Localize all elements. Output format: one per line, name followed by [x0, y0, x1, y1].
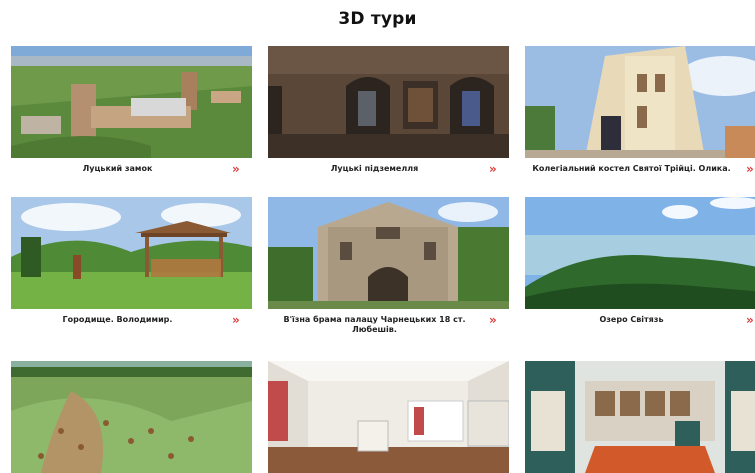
gate-photo: [268, 197, 509, 309]
tour-thumbnail[interactable]: [268, 361, 509, 473]
tour-thumbnail[interactable]: [525, 46, 755, 158]
tour-thumbnail[interactable]: [11, 361, 252, 473]
chevron-right-icon[interactable]: »: [489, 314, 503, 326]
tour-title[interactable]: Луцькі підземелля: [268, 164, 481, 174]
deer-field-photo: [11, 361, 252, 473]
chevron-right-icon[interactable]: »: [489, 163, 503, 175]
tour-thumbnail[interactable]: [268, 197, 509, 309]
exhibit-hall-photo: [268, 361, 509, 473]
tour-title[interactable]: Озеро Світязь: [525, 315, 738, 325]
tour-thumbnail[interactable]: [268, 46, 509, 158]
chevron-right-icon[interactable]: »: [232, 314, 246, 326]
tour-title[interactable]: В'їзна брама палацу Чарнецьких 18 ст. Лю…: [268, 315, 481, 335]
tour-title[interactable]: Колегіальний костел Святої Трійці. Олика…: [525, 164, 738, 174]
chevron-right-icon[interactable]: »: [746, 163, 755, 175]
museum-room-photo: [525, 361, 755, 473]
tour-thumbnail[interactable]: [525, 361, 755, 473]
church-photo: [525, 46, 755, 158]
chevron-right-icon[interactable]: »: [232, 163, 246, 175]
tour-thumbnail[interactable]: [11, 46, 252, 158]
page-title: 3D тури: [338, 9, 417, 29]
tour-title[interactable]: Городище. Володимир.: [11, 315, 224, 325]
hillfort-photo: [11, 197, 252, 309]
tour-title[interactable]: Луцький замок: [11, 164, 224, 174]
tour-thumbnail[interactable]: [525, 197, 755, 309]
underground-photo: [268, 46, 509, 158]
lake-photo: [525, 197, 755, 309]
tour-thumbnail[interactable]: [11, 197, 252, 309]
chevron-right-icon[interactable]: »: [746, 314, 755, 326]
castle-photo: [11, 46, 252, 158]
